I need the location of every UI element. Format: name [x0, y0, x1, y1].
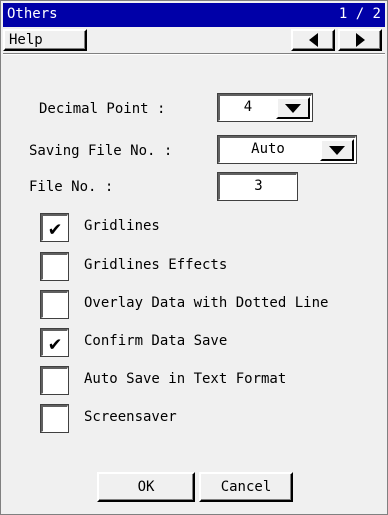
saving-file-no-value: Auto	[251, 141, 285, 157]
cancel-button[interactable]: Cancel	[199, 472, 293, 502]
gridlines-checkbox[interactable]: ✔	[40, 213, 69, 242]
saving-file-no-label: Saving File No. :	[29, 143, 173, 159]
decimal-point-label: Decimal Point :	[39, 101, 166, 117]
screensaver-label: Screensaver	[84, 409, 177, 425]
header-divider	[3, 53, 385, 55]
previous-page-button[interactable]	[291, 29, 335, 51]
decimal-point-value: 4	[243, 99, 253, 115]
decimal-point-dropdown-button[interactable]	[276, 97, 310, 119]
overlay-dotted-line-label: Overlay Data with Dotted Line	[84, 295, 329, 311]
file-no-value: 3	[254, 178, 263, 194]
help-button[interactable]: Help	[3, 29, 87, 51]
dialog-title: Others	[7, 6, 58, 22]
gridlines-label: Gridlines	[84, 218, 160, 234]
auto-save-text-format-label: Auto Save in Text Format	[84, 371, 287, 387]
left-triangle-icon	[308, 33, 318, 47]
chevron-down-icon	[329, 145, 345, 155]
chevron-down-icon	[285, 103, 301, 113]
screensaver-checkbox[interactable]	[40, 404, 69, 433]
gridlines-effects-checkbox[interactable]	[40, 252, 69, 281]
confirm-data-save-checkbox[interactable]: ✔	[40, 328, 69, 357]
saving-file-no-dropdown[interactable]: Auto	[217, 135, 357, 164]
auto-save-text-format-checkbox[interactable]	[40, 366, 69, 395]
file-no-input[interactable]: 3	[217, 172, 298, 201]
file-no-label: File No. :	[29, 179, 114, 195]
saving-file-no-dropdown-button[interactable]	[320, 139, 354, 161]
others-dialog: Others 1 / 2 Help Decimal Point : 4 Savi…	[0, 0, 388, 515]
checkmark-icon: ✔	[48, 331, 62, 355]
next-page-button[interactable]	[338, 29, 382, 51]
ok-button[interactable]: OK	[97, 472, 195, 502]
page-indicator: 1 / 2	[338, 6, 381, 22]
decimal-point-dropdown[interactable]: 4	[217, 93, 313, 122]
checkmark-icon: ✔	[48, 216, 62, 240]
right-triangle-icon	[355, 33, 365, 47]
title-bar: Others 1 / 2	[3, 3, 385, 27]
gridlines-effects-label: Gridlines Effects	[84, 257, 228, 273]
overlay-dotted-line-checkbox[interactable]	[40, 290, 69, 319]
confirm-data-save-label: Confirm Data Save	[84, 333, 228, 349]
